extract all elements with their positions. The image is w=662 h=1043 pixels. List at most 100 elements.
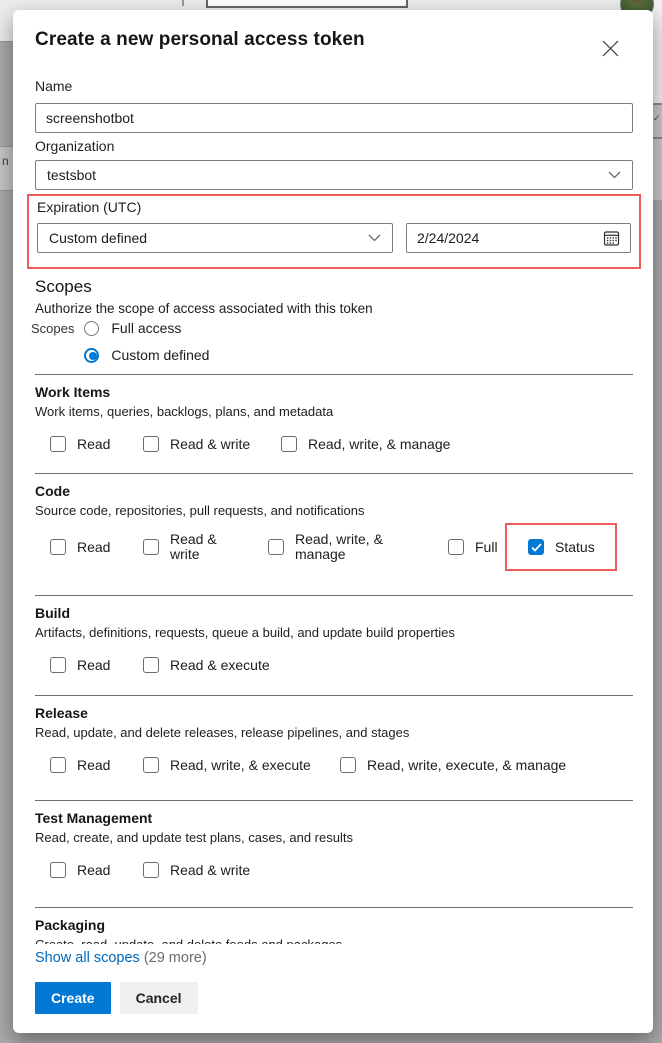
scope-option-label: Read — [77, 658, 110, 673]
scope-option-build-read-execute[interactable]: Read & execute — [143, 657, 270, 673]
chevron-down-icon — [608, 171, 621, 179]
scope-section-packaging: PackagingCreate, read, update, and delet… — [35, 907, 633, 944]
checkmark-icon: ✓ — [653, 113, 661, 124]
scope-section-title: Packaging — [35, 917, 633, 933]
expiration-date-value: 2/24/2024 — [417, 230, 479, 246]
scope-option-label: Read — [77, 863, 110, 878]
scope-section-title: Release — [35, 705, 633, 721]
close-button[interactable] — [597, 35, 623, 61]
checkbox[interactable] — [143, 757, 159, 773]
checkbox[interactable] — [340, 757, 356, 773]
scope-option-release-read-write-execute[interactable]: Read, write, & execute — [143, 757, 340, 773]
scopes-group-label: Scopes — [31, 321, 74, 363]
checkbox[interactable] — [448, 539, 464, 555]
annotation-status-highlight: Status — [505, 523, 617, 571]
scope-section-description: Source code, repositories, pull requests… — [35, 503, 633, 518]
scope-option-label: Read & execute — [170, 658, 270, 673]
scope-section-description: Artifacts, definitions, requests, queue … — [35, 625, 633, 640]
checkbox[interactable] — [50, 862, 66, 878]
scope-section-description: Work items, queries, backlogs, plans, an… — [35, 404, 633, 419]
background-nav-fragment: n — [0, 146, 13, 191]
scope-option-label: Read & write — [170, 532, 228, 562]
scope-section-description: Read, update, and delete releases, relea… — [35, 725, 633, 740]
scope-option-release-read[interactable]: Read — [50, 757, 143, 773]
more-scopes-count: (29 more) — [144, 950, 207, 966]
checkbox[interactable] — [143, 436, 159, 452]
background-menu-divider — [653, 137, 662, 139]
organization-value: testsbot — [47, 167, 96, 183]
scope-option-build-read[interactable]: Read — [50, 657, 143, 673]
organization-label: Organization — [35, 138, 633, 154]
dialog-title: Create a new personal access token — [35, 28, 633, 52]
scope-option-label: Read, write, & execute — [170, 758, 311, 773]
background-divider-fragment — [182, 0, 184, 6]
checkbox[interactable] — [281, 436, 297, 452]
radio-label: Full access — [111, 320, 181, 336]
name-label: Name — [35, 78, 633, 94]
background-menu-fragment: ✓ — [653, 103, 662, 200]
annotation-expiration-highlight: Expiration (UTC) Custom defined 2/24/202… — [27, 194, 641, 269]
scope-option-work-items-read[interactable]: Read — [50, 436, 143, 452]
scope-option-test-management-read-write[interactable]: Read & write — [143, 862, 250, 878]
scope-option-label: Read, write, execute, & manage — [367, 758, 566, 773]
scope-option-code-read-write[interactable]: Read & write — [143, 532, 268, 562]
scope-option-code-full[interactable]: Full — [448, 539, 505, 555]
radio-icon[interactable] — [84, 321, 99, 336]
scope-section-title: Code — [35, 483, 633, 499]
radio-full-access[interactable]: Full access — [84, 320, 209, 336]
scope-option-work-items-read-write[interactable]: Read & write — [143, 436, 281, 452]
checkbox[interactable] — [143, 657, 159, 673]
scope-section-title: Build — [35, 605, 633, 621]
scopes-description: Authorize the scope of access associated… — [35, 301, 633, 316]
show-all-scopes-link[interactable]: Show all scopes — [35, 950, 140, 966]
scope-section-test-management: Test Management Read, create, and update … — [35, 800, 633, 907]
expiration-preset-value: Custom defined — [49, 230, 147, 246]
scope-section-title: Test Management — [35, 810, 633, 826]
radio-custom-defined[interactable]: Custom defined — [84, 347, 209, 363]
checkbox-checked-icon[interactable] — [528, 539, 544, 555]
scope-option-label: Read & write — [170, 437, 250, 452]
radio-selected-icon[interactable] — [84, 348, 99, 363]
scope-option-code-read[interactable]: Read — [50, 539, 143, 555]
cancel-button[interactable]: Cancel — [120, 982, 198, 1014]
scope-section-release: Release Read, update, and delete releases… — [35, 695, 633, 800]
scopes-heading: Scopes — [35, 277, 633, 297]
scope-option-label: Read, write, & manage — [295, 532, 395, 562]
chevron-down-icon — [368, 234, 381, 242]
organization-select[interactable]: testsbot — [35, 160, 633, 190]
scope-section-description: Read, create, and update test plans, cas… — [35, 830, 633, 845]
scope-section-build: Build Artifacts, definitions, requests, q… — [35, 595, 633, 695]
background-search-box-fragment — [206, 0, 408, 8]
scope-option-label: Status — [555, 540, 595, 555]
scope-option-code-read-write-manage[interactable]: Read, write, & manage — [268, 532, 448, 562]
scope-section-title: Work Items — [35, 384, 633, 400]
close-icon — [601, 39, 620, 58]
checkbox[interactable] — [50, 539, 66, 555]
checkbox[interactable] — [143, 862, 159, 878]
create-button[interactable]: Create — [35, 982, 111, 1014]
scope-option-label: Read — [77, 437, 110, 452]
scope-section-work-items: Work Items Work items, queries, backlogs,… — [35, 374, 633, 473]
expiration-label: Expiration (UTC) — [37, 199, 631, 215]
checkmark-icon — [531, 543, 542, 552]
calendar-icon[interactable] — [603, 230, 620, 246]
scope-option-label: Read — [77, 540, 110, 555]
scope-option-work-items-read-write-manage[interactable]: Read, write, & manage — [281, 436, 450, 452]
expiration-preset-select[interactable]: Custom defined — [37, 223, 393, 253]
checkbox[interactable] — [143, 539, 159, 555]
scope-option-test-management-read[interactable]: Read — [50, 862, 143, 878]
scope-sections-list: Work Items Work items, queries, backlogs,… — [35, 374, 633, 944]
expiration-date-input[interactable]: 2/24/2024 — [406, 223, 631, 253]
name-field[interactable] — [35, 103, 633, 133]
scope-option-label: Read & write — [170, 863, 250, 878]
background-divider — [0, 41, 13, 42]
checkbox[interactable] — [50, 757, 66, 773]
checkbox[interactable] — [268, 539, 284, 555]
checkbox[interactable] — [50, 436, 66, 452]
scope-option-label: Full — [475, 540, 498, 555]
scope-option-code-status[interactable]: Status — [528, 539, 595, 555]
scope-option-release-read-write-execute-manage[interactable]: Read, write, execute, & manage — [340, 757, 566, 773]
radio-label: Custom defined — [111, 347, 209, 363]
create-pat-dialog: Create a new personal access token Name … — [13, 10, 653, 1033]
checkbox[interactable] — [50, 657, 66, 673]
